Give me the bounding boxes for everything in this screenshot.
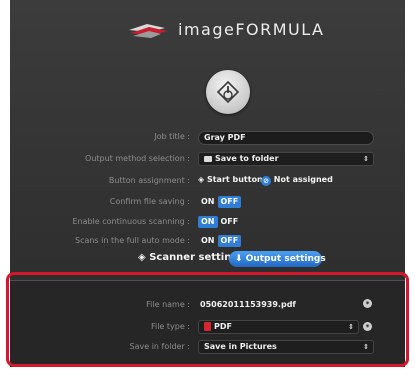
select-arrows-icon: ⇕ [363, 155, 369, 163]
job-title-label: Job title : [154, 132, 190, 141]
output-method-select[interactable]: Save to folder ⇕ [198, 152, 374, 166]
toggle-on[interactable]: ON [198, 196, 218, 208]
output-method-row: Output method selection : [10, 152, 190, 168]
output-method-label: Output method selection : [85, 154, 190, 163]
assign-start-option[interactable]: ◈ Start button [198, 175, 263, 184]
confirm-saving-row: Confirm file saving : [10, 195, 190, 211]
continuous-scanning-toggle[interactable]: ON OFF [198, 216, 241, 228]
start-icon [217, 81, 239, 103]
scanner-setting-button[interactable]: ◈ Scanner setting [138, 252, 239, 263]
folder-icon [204, 156, 212, 162]
confirm-saving-toggle[interactable]: ON OFF [198, 196, 242, 208]
full-auto-label: Scans in the full auto mode : [74, 236, 190, 245]
full-auto-row: Scans in the full auto mode : [10, 234, 190, 250]
start-button[interactable] [206, 70, 250, 114]
scanner-setting-icon: ◈ [138, 252, 146, 263]
highlight-frame [6, 272, 409, 367]
toggle-on[interactable]: ON [198, 216, 218, 228]
start-small-icon: ◈ [198, 175, 205, 184]
button-assignment-row: Button assignment : [10, 174, 190, 190]
confirm-saving-label: Confirm file saving : [109, 197, 190, 206]
button-assignment-label: Button assignment : [108, 176, 190, 185]
assign-not-option[interactable]: ⊘ Not assigned [261, 175, 333, 186]
job-title-row: Job title : [10, 130, 190, 146]
download-arrow-icon: ⬇ [235, 254, 243, 264]
output-settings-button[interactable]: ⬇ Output settings [229, 251, 326, 267]
toggle-off[interactable]: OFF [217, 235, 242, 247]
output-method-value: Save to folder [215, 154, 279, 163]
not-assigned-icon: ⊘ [261, 176, 271, 186]
toggle-off[interactable]: OFF [218, 216, 242, 228]
continuous-scanning-row: Enable continuous scanning : [10, 215, 190, 231]
full-auto-toggle[interactable]: ON OFF [198, 235, 242, 247]
imageformula-logo-icon [129, 24, 167, 38]
continuous-scanning-label: Enable continuous scanning : [72, 217, 190, 226]
toggle-on[interactable]: ON [198, 235, 218, 247]
toggle-off[interactable]: OFF [217, 196, 242, 208]
app-title: imageFORMULA [178, 20, 325, 39]
job-title-field[interactable]: Gray PDF [198, 131, 374, 145]
